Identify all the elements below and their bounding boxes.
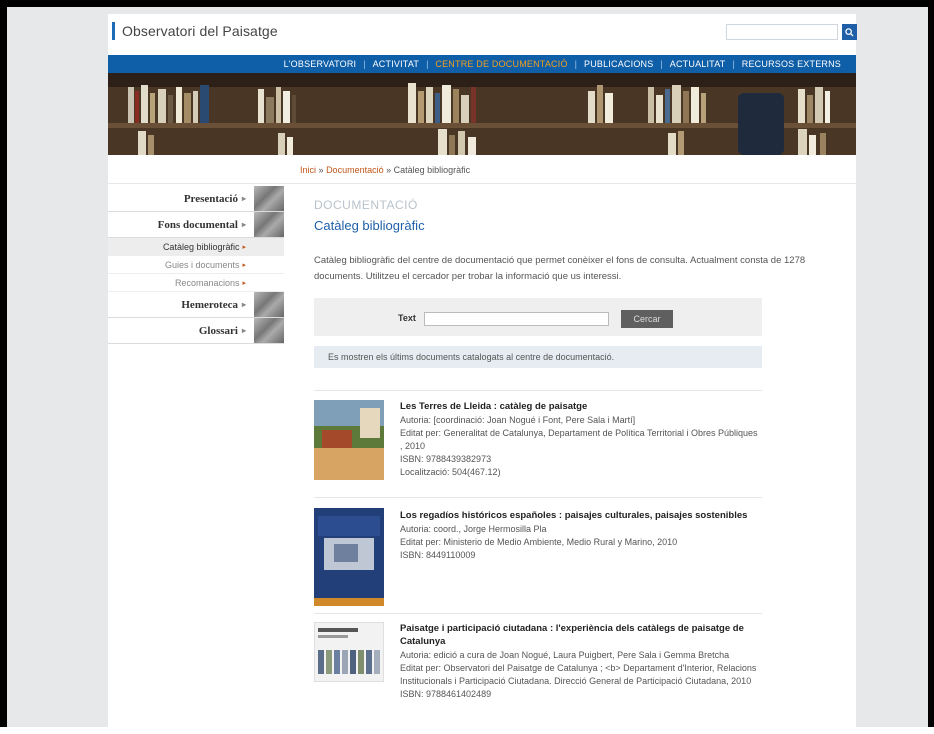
sidebar-item-label: Hemeroteca: [181, 298, 238, 311]
search-label: Text: [398, 313, 416, 323]
window-frame-top: [0, 0, 934, 7]
search-button[interactable]: [842, 24, 857, 40]
record-location: Localització: 504(467.12): [400, 467, 501, 477]
book-cover-image: [314, 508, 384, 606]
record-details: Autoria: edició a cura de Joan Nogué, La…: [400, 649, 762, 701]
record-author: Autoria: coord., Jorge Hermosilla Pla: [400, 524, 547, 534]
nav-centre-documentacio[interactable]: CENTRE DE DOCUMENTACIÓ: [428, 59, 574, 69]
sidebar-item-presentacio[interactable]: Presentació ▸: [108, 186, 284, 212]
record-divider: [314, 613, 762, 614]
site-logo[interactable]: Observatori del Paisatge: [112, 18, 278, 44]
nav-activitat[interactable]: ACTIVITAT: [366, 59, 426, 69]
bookshelf-illustration: [108, 73, 856, 155]
book-cover-regadios[interactable]: [314, 508, 384, 606]
sidebar-subitem-label: Catàleg bibliogràfic: [162, 241, 240, 252]
sidebar-subitem-cataleg[interactable]: Catàleg bibliogràfic ▸: [108, 238, 284, 256]
record-isbn: ISBN: 9788461402489: [400, 689, 492, 699]
sidebar-item-label: Presentació: [183, 192, 238, 205]
chevron-right-icon: ▸: [242, 243, 246, 251]
record-details: Autoria: [coordinació: Joan Nogué i Font…: [400, 414, 762, 479]
magnifier-icon: [845, 27, 854, 37]
nav-recursos-externs[interactable]: RECURSOS EXTERNS: [735, 59, 848, 69]
sidebar-item-glossari[interactable]: Glossari ▸: [108, 318, 284, 344]
record-author: Autoria: edició a cura de Joan Nogué, La…: [400, 650, 730, 660]
nav-actualitat[interactable]: ACTUALITAT: [663, 59, 733, 69]
record-details: Autoria: coord., Jorge Hermosilla Pla Ed…: [400, 523, 762, 562]
library-banner-image: [108, 73, 856, 155]
record-divider: [314, 390, 762, 391]
window-frame-left: [0, 0, 7, 727]
breadcrumb-separator: »: [318, 165, 324, 175]
sidebar-item-label: Fons documental: [157, 218, 238, 231]
site-search-input[interactable]: [726, 24, 838, 40]
chevron-right-icon: ▸: [242, 279, 246, 287]
breadcrumb-home-link[interactable]: Inici: [300, 165, 316, 175]
sidebar-item-fons-documental[interactable]: Fons documental ▸: [108, 212, 284, 238]
chevron-right-icon: ▸: [242, 261, 246, 269]
logo-mark: [112, 22, 115, 40]
record-publisher: Editat per: Generalitat de Catalunya, De…: [400, 428, 758, 451]
sidebar-subitem-label: Guies i documents: [164, 259, 240, 270]
chevron-right-icon: ▸: [241, 300, 246, 309]
intro-text: Catàleg bibliogràfic del centre de docum…: [314, 255, 806, 282]
main-nav: L'OBSERVATORI | ACTIVITAT | CENTRE DE DO…: [108, 55, 856, 73]
record-publisher: Editat per: Observatori del Paisatge de …: [400, 663, 757, 686]
record-title[interactable]: Los regadíos históricos españoles : pais…: [400, 509, 762, 522]
page-title: Catàleg bibliogràfic: [314, 218, 425, 233]
record-publisher: Editat per: Ministerio de Medio Ambiente…: [400, 537, 678, 547]
sidebar-subitem-recomanacions[interactable]: Recomanacions ▸: [108, 274, 284, 292]
window-frame-right: [928, 0, 934, 727]
search-submit-button[interactable]: Cercar: [621, 310, 673, 328]
breadcrumb-divider: [108, 183, 856, 184]
logo-text: Observatori del Paisatge: [122, 23, 278, 39]
record-isbn: ISBN: 8449110009: [400, 550, 476, 560]
book-cover-image: [314, 400, 384, 480]
breadcrumb-documentacio-link[interactable]: Documentació: [326, 165, 384, 175]
sidebar-subitem-guies[interactable]: Guies i documents ▸: [108, 256, 284, 274]
book-cover-paisatge-participacio[interactable]: [314, 622, 384, 682]
sidebar-item-label: Glossari: [198, 324, 238, 337]
rock-texture: [254, 186, 284, 211]
chevron-right-icon: ▸: [241, 194, 246, 203]
chevron-right-icon: ▸: [241, 220, 246, 229]
book-cover-terres-lleida[interactable]: [314, 400, 384, 480]
record-isbn: ISBN: 9788439382973: [400, 454, 492, 464]
breadcrumb-current: Catàleg bibliogràfic: [393, 165, 471, 175]
nav-observatori[interactable]: L'OBSERVATORI: [277, 59, 364, 69]
book-cover-image: [314, 622, 384, 682]
rock-texture: [254, 212, 284, 237]
notice-bar: Es mostren els últims documents cataloga…: [314, 346, 762, 368]
rock-texture: [254, 292, 284, 317]
record-divider: [314, 497, 762, 498]
sidebar-subitem-label: Recomanacions: [174, 277, 240, 288]
sidebar-item-hemeroteca[interactable]: Hemeroteca ▸: [108, 292, 284, 318]
chevron-right-icon: ▸: [241, 326, 246, 335]
section-label: DOCUMENTACIÓ: [314, 198, 418, 212]
breadcrumb: Inici » Documentació » Catàleg bibliogrà…: [300, 165, 470, 175]
record-author: Autoria: [coordinació: Joan Nogué i Font…: [400, 415, 636, 425]
nav-publicacions[interactable]: PUBLICACIONS: [577, 59, 660, 69]
rock-texture: [254, 318, 284, 343]
breadcrumb-separator: »: [386, 165, 392, 175]
record-title[interactable]: Les Terres de Lleida : catàleg de paisat…: [400, 400, 762, 413]
sidebar: Presentació ▸ Fons documental ▸ Catàleg bi…: [108, 186, 284, 344]
catalog-search-input[interactable]: [424, 312, 609, 326]
record-title[interactable]: Paisatge i participació ciutadana : l'ex…: [400, 622, 762, 648]
